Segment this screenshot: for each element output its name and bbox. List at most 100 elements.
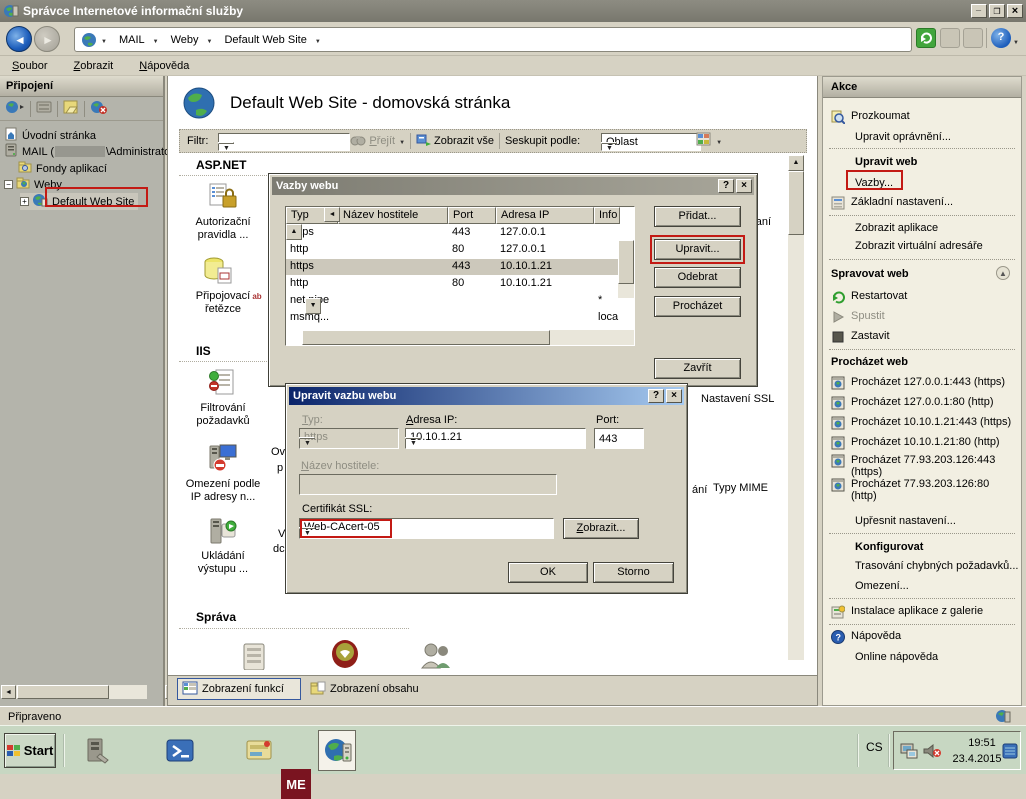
list-scroll-left-button[interactable]: [324, 207, 340, 222]
breadcrumb-dropdown-icon[interactable]: [101, 34, 107, 46]
view-dropdown-icon[interactable]: [716, 135, 722, 147]
powershell-launcher-icon[interactable]: [165, 736, 195, 766]
bindings-list[interactable]: Typ Název hostitele Port Adresa IP Info …: [285, 206, 635, 346]
action-browse-4[interactable]: Procházet 10.10.1.21:80 (http): [831, 436, 1015, 453]
binding-row[interactable]: msmq...loca: [286, 310, 620, 326]
menu-help[interactable]: Nápověda: [139, 60, 189, 72]
breadcrumb-dropdown-icon[interactable]: [315, 34, 321, 46]
feature-connection-strings[interactable]: Připojovací řetězce: [179, 256, 267, 316]
scroll-track[interactable]: [788, 171, 804, 660]
collapse-section-button[interactable]: ▲: [996, 266, 1010, 280]
list-scroll-down-button[interactable]: [305, 298, 321, 314]
minimize-button[interactable]: [971, 4, 987, 18]
language-indicator[interactable]: CS: [866, 740, 883, 754]
feature-ssl-settings[interactable]: Nastavení SSL: [701, 393, 774, 405]
configuration-editor-icon[interactable]: [241, 642, 267, 673]
action-basic-settings[interactable]: Základní nastavení...: [831, 196, 1015, 213]
column-hostname[interactable]: Název hostitele: [338, 207, 448, 224]
action-online-help[interactable]: Online nápověda: [855, 651, 1026, 663]
action-browse-6[interactable]: Procházet 77.93.203.126:80 (http): [831, 478, 999, 502]
refresh-button[interactable]: [916, 28, 936, 48]
ip-select[interactable]: 10.10.1.21: [405, 428, 586, 449]
scroll-thumb[interactable]: [788, 171, 804, 235]
cert-dropdown-button[interactable]: [299, 527, 315, 529]
menu-file[interactable]: Soubor: [12, 60, 47, 72]
connections-hscrollbar[interactable]: [1, 685, 162, 700]
group-by-dropdown-button[interactable]: [601, 142, 617, 144]
tree-item-start-page[interactable]: Úvodní stránka: [4, 127, 96, 144]
dialog-help-button[interactable]: [648, 389, 664, 403]
ok-button[interactable]: OK: [508, 562, 588, 583]
start-button[interactable]: Start: [4, 733, 56, 768]
action-browse-5[interactable]: Procházet 77.93.203.126:443 (https): [831, 454, 999, 478]
tree-item-server[interactable]: MAIL (\Administrator): [4, 143, 178, 160]
remove-button[interactable]: Odebrat: [654, 267, 741, 288]
expand-icon[interactable]: [20, 197, 29, 206]
save-connections-icon[interactable]: [62, 99, 80, 118]
cert-select[interactable]: Web-CAcert-05: [299, 518, 554, 539]
scroll-up-button[interactable]: [788, 155, 804, 171]
tab-content-view[interactable]: Zobrazení obsahu: [306, 678, 424, 700]
collapse-icon[interactable]: [4, 180, 13, 189]
group-by-select[interactable]: Oblast: [601, 133, 701, 151]
add-button[interactable]: Přidat...: [654, 206, 741, 227]
dialog-titlebar[interactable]: Upravit vazbu webu ×: [289, 387, 684, 405]
binding-row[interactable]: http80127.0.0.1: [286, 242, 620, 258]
binding-row[interactable]: https443127.0.0.1: [286, 225, 620, 241]
action-advanced-settings[interactable]: Upřesnit nastavení...: [855, 515, 1026, 527]
breadcrumb-dropdown-icon[interactable]: [207, 34, 213, 46]
action-explore[interactable]: Prozkoumat: [831, 110, 1015, 127]
action-browse-1[interactable]: Procházet 127.0.0.1:443 (https): [831, 376, 1015, 393]
action-help[interactable]: ? Nápověda: [831, 630, 1015, 647]
edit-button[interactable]: Upravit...: [654, 239, 741, 260]
action-install-from-gallery[interactable]: Instalace aplikace z galerie: [831, 605, 1015, 622]
action-view-virtual-dirs[interactable]: Zobrazit virtuální adresáře: [855, 240, 1026, 252]
config-tool-launcher-icon[interactable]: [244, 736, 274, 766]
delete-connection-icon[interactable]: [89, 99, 109, 118]
server-manager-launcher-icon[interactable]: [82, 736, 112, 766]
network-tray-icon[interactable]: [900, 742, 918, 763]
cancel-button[interactable]: Storno: [593, 562, 674, 583]
ip-dropdown-button[interactable]: [405, 437, 421, 439]
action-bindings[interactable]: Vazby...: [855, 177, 1026, 189]
content-vscrollbar[interactable]: [788, 155, 805, 676]
feature-output-caching[interactable]: Ukládání výstupu ...: [179, 516, 267, 576]
action-browse-2[interactable]: Procházet 127.0.0.1:80 (http): [831, 396, 1015, 413]
dialog-close-button[interactable]: ×: [736, 179, 752, 193]
column-ip[interactable]: Adresa IP: [496, 207, 594, 224]
rdp-tray-icon[interactable]: [1002, 743, 1018, 762]
action-limits[interactable]: Omezení...: [855, 580, 1026, 592]
binding-row-selected[interactable]: https44310.10.1.21: [286, 259, 618, 275]
help-icon[interactable]: [991, 28, 1011, 48]
action-stop[interactable]: Zastavit: [831, 330, 1015, 347]
iis-manager-permissions-icon[interactable]: [330, 638, 360, 671]
action-view-applications[interactable]: Zobrazit aplikace: [855, 222, 1026, 234]
column-info[interactable]: Info: [594, 207, 620, 224]
feature-request-filtering[interactable]: Filtrování požadavků: [179, 368, 267, 428]
volume-muted-tray-icon[interactable]: [922, 742, 942, 763]
feature-authorization-rules[interactable]: Autorizační pravidla ...: [179, 182, 267, 242]
list-scroll-up-button[interactable]: [286, 224, 302, 240]
breadcrumb-item-server[interactable]: MAIL: [119, 34, 145, 46]
list-scroll-thumb[interactable]: [618, 240, 634, 284]
filter-dropdown-button[interactable]: [218, 142, 234, 144]
close-button[interactable]: [1007, 4, 1023, 18]
dialog-help-button[interactable]: [718, 179, 734, 193]
action-edit-permissions[interactable]: Upravit oprávnění...: [855, 131, 1026, 143]
binding-row[interactable]: net.pipe*: [286, 293, 620, 309]
list-scroll-thumb[interactable]: [302, 330, 550, 345]
show-all-button[interactable]: Zobrazit vše: [434, 135, 494, 147]
view-cert-button[interactable]: Zobrazit...: [563, 518, 639, 539]
create-connection-icon[interactable]: [4, 99, 26, 118]
tree-item-default-web-site[interactable]: Default Web Site: [20, 193, 138, 210]
forward-button[interactable]: [34, 26, 60, 52]
menu-view[interactable]: Zobrazit: [73, 60, 113, 72]
tab-features-view[interactable]: Zobrazení funkcí: [177, 678, 301, 700]
action-failed-request-tracing[interactable]: Trasování chybných požadavků...: [855, 560, 1026, 572]
action-restart[interactable]: Restartovat: [831, 290, 1015, 307]
breadcrumb-dropdown-icon[interactable]: [153, 34, 159, 46]
tree-item-sites[interactable]: Weby: [4, 176, 62, 193]
iis-manager-active-task[interactable]: [318, 730, 356, 771]
view-grid-icon[interactable]: [696, 132, 712, 150]
back-button[interactable]: [6, 26, 32, 52]
